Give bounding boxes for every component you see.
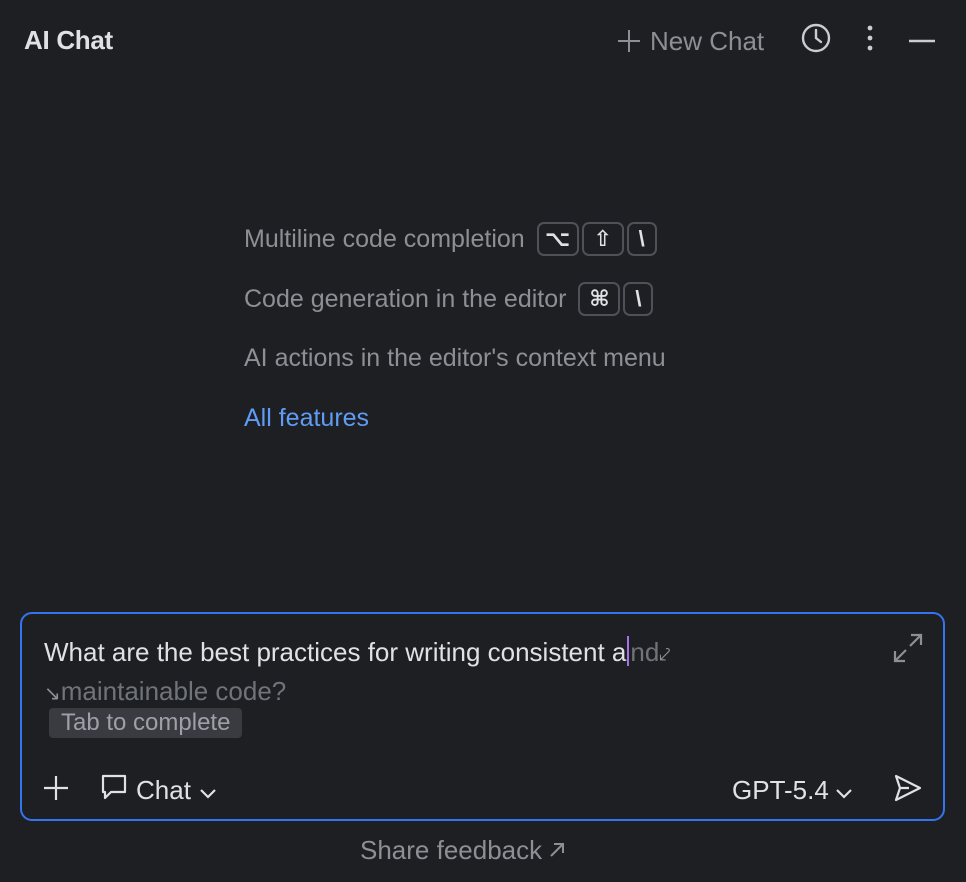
- expand-icon: [892, 632, 924, 669]
- option-key: ⌥: [536, 222, 579, 256]
- soft-wrap-icon: ⤦: [659, 644, 671, 666]
- share-feedback-link[interactable]: Share feedback: [360, 835, 566, 866]
- plus-icon: [616, 28, 642, 54]
- chat-input-panel[interactable]: What are the best practices for writing …: [20, 612, 945, 821]
- add-context-button[interactable]: [38, 772, 74, 808]
- page-title: AI Chat: [24, 25, 113, 55]
- chat-mode-label: Chat: [136, 774, 191, 805]
- chat-input-field[interactable]: What are the best practices for writing …: [44, 634, 864, 712]
- history-icon: [800, 22, 832, 59]
- send-icon: [893, 773, 923, 808]
- external-arrow-icon: [548, 835, 566, 866]
- feature-multiline-completion: Multiline code completion ⌥ ⇧ \: [244, 222, 657, 256]
- more-options-button[interactable]: [852, 22, 888, 58]
- model-label: GPT-5.4: [732, 774, 829, 805]
- chevron-down-icon: [835, 775, 853, 806]
- typed-text: What are the best practices for writing …: [44, 637, 627, 667]
- share-feedback-label: Share feedback: [360, 835, 543, 865]
- all-features-row: All features: [244, 404, 369, 433]
- shift-key: ⇧: [581, 222, 624, 256]
- model-dropdown[interactable]: GPT-5.4: [732, 772, 853, 808]
- ai-chat-window: AI Chat New Chat Multiline code completi…: [0, 0, 966, 882]
- history-button[interactable]: [798, 22, 834, 58]
- new-chat-button[interactable]: New Chat: [616, 24, 764, 58]
- minimize-button[interactable]: [904, 22, 940, 58]
- backslash-key: \: [626, 222, 657, 256]
- shortcut-keys: ⌥ ⇧ \: [536, 222, 657, 256]
- command-key: ⌘: [578, 282, 621, 316]
- all-features-link[interactable]: All features: [244, 404, 369, 433]
- header: AI Chat New Chat: [0, 0, 966, 82]
- minimize-icon: [908, 31, 936, 49]
- chevron-down-icon: [199, 775, 217, 806]
- tab-to-complete-hint: Tab to complete: [49, 708, 243, 738]
- feature-label: Multiline code completion: [244, 224, 525, 253]
- feature-label: Code generation in the editor: [244, 284, 567, 313]
- backslash-key: \: [623, 282, 654, 316]
- soft-wrap-continue-icon: ↘: [44, 683, 61, 705]
- more-vertical-icon: [866, 24, 874, 57]
- feature-label: AI actions in the editor's context menu: [244, 344, 666, 372]
- new-chat-label: New Chat: [650, 25, 765, 56]
- chat-mode-dropdown[interactable]: Chat: [100, 772, 217, 808]
- feature-context-menu: AI actions in the editor's context menu: [244, 344, 666, 373]
- expand-input-button[interactable]: [890, 632, 926, 668]
- ghost-completion-line2: maintainable code?: [60, 676, 287, 706]
- shortcut-keys: ⌘ \: [578, 282, 654, 316]
- input-toolbar: Chat GPT-5.4: [22, 764, 943, 818]
- plus-icon: [42, 774, 70, 807]
- chat-bubble-icon: [100, 773, 128, 808]
- ghost-completion: nd: [630, 637, 660, 667]
- send-button[interactable]: [888, 772, 928, 808]
- feature-code-generation: Code generation in the editor ⌘ \: [244, 282, 654, 316]
